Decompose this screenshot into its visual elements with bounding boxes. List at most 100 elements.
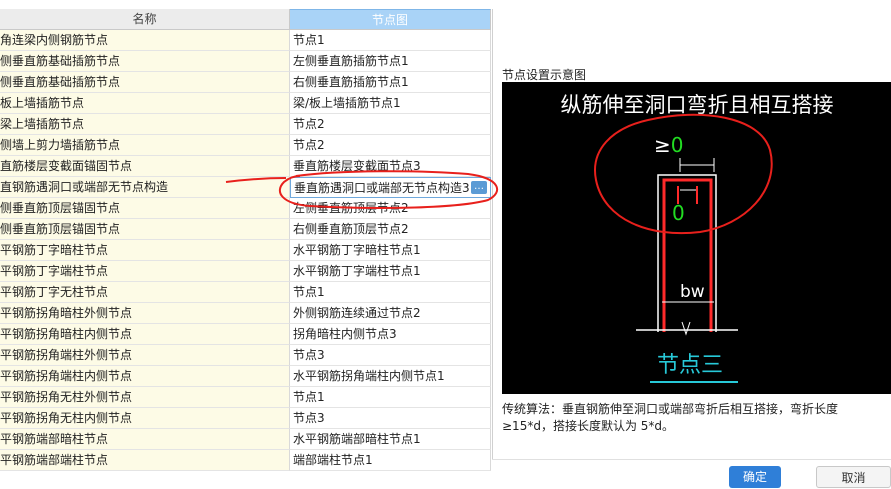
table-row[interactable]: 平钢筋拐角暗柱外侧节点 外侧钢筋连续通过节点2 <box>0 303 492 324</box>
table-row[interactable]: 平钢筋拐角端柱内侧节点 水平钢筋拐角端柱内侧节点1 <box>0 366 492 387</box>
table-body: 角连梁内侧钢筋节点 节点1 侧垂直筋基础插筋节点 左侧垂直筋插筋节点1 侧垂直筋基础插筋… <box>0 30 492 471</box>
cell-node-text: 节点1 <box>293 33 325 47</box>
cell-node-text: 水平钢筋丁字暗柱节点1 <box>293 243 421 257</box>
cell-name[interactable]: 平钢筋拐角无柱外侧节点 <box>0 387 290 408</box>
cell-node[interactable]: 端部端柱节点1 <box>290 450 491 471</box>
table-row[interactable]: 平钢筋拐角无柱外侧节点 节点1 <box>0 387 492 408</box>
cell-name[interactable]: 侧垂直筋顶层锚固节点 <box>0 219 290 240</box>
cell-node[interactable]: 节点1 <box>290 30 491 51</box>
node-settings-table: 名称 节点图 角连梁内侧钢筋节点 节点1 侧垂直筋基础插筋节点 左侧垂直筋插筋节点1 侧… <box>0 9 492 471</box>
column-header-node[interactable]: 节点图 <box>290 9 491 30</box>
cell-node-text: 左侧垂直筋顶层节点2 <box>293 201 409 215</box>
cell-name[interactable]: 平钢筋端部暗柱节点 <box>0 429 290 450</box>
node-preview-image: 纵筋伸至洞口弯折且相互搭接 ≥0 0 bw 节点三 <box>502 82 891 394</box>
cell-node-text: 端部端柱节点1 <box>293 453 373 467</box>
cell-node[interactable]: 节点3 <box>290 345 491 366</box>
node-diagram: 纵筋伸至洞口弯折且相互搭接 ≥0 0 bw 节点三 <box>561 93 834 383</box>
cell-name[interactable]: 平钢筋拐角无柱内侧节点 <box>0 408 290 429</box>
panel-divider <box>492 9 493 459</box>
footer-divider <box>492 459 891 460</box>
cell-node[interactable]: 梁/板上墙插筋节点1 <box>290 93 491 114</box>
ok-button[interactable]: 确定 <box>729 466 781 488</box>
cell-node[interactable]: 节点2 <box>290 135 491 156</box>
cell-name[interactable]: 平钢筋端部端柱节点 <box>0 450 290 471</box>
cell-node-text: 节点3 <box>293 411 325 425</box>
table-row[interactable]: 直钢筋遇洞口或端部无节点构造 垂直筋遇洞口或端部无节点构造3… <box>0 177 492 198</box>
cell-name[interactable]: 平钢筋丁字无柱节点 <box>0 282 290 303</box>
cell-node[interactable]: 右侧垂直筋插筋节点1 <box>290 72 491 93</box>
diagram-title: 纵筋伸至洞口弯折且相互搭接 <box>561 93 834 117</box>
cell-node-text: 水平钢筋拐角端柱内侧节点1 <box>293 369 445 383</box>
dim-zero-label: 0 <box>672 201 685 225</box>
table-row[interactable]: 平钢筋端部端柱节点 端部端柱节点1 <box>0 450 492 471</box>
wall-outline <box>657 174 717 332</box>
preview-label: 节点设置示意图 <box>502 68 587 82</box>
cell-node-text: 节点3 <box>293 348 325 362</box>
table-row[interactable]: 板上墙插筋节点 梁/板上墙插筋节点1 <box>0 93 492 114</box>
table-row[interactable]: 侧垂直筋顶层锚固节点 右侧垂直筋顶层节点2 <box>0 219 492 240</box>
cell-name[interactable]: 侧垂直筋顶层锚固节点 <box>0 198 290 219</box>
cell-name[interactable]: 直钢筋遇洞口或端部无节点构造 <box>0 177 290 198</box>
cell-node-text: 垂直筋楼层变截面节点3 <box>293 159 421 173</box>
cell-node[interactable]: 外侧钢筋连续通过节点2 <box>290 303 491 324</box>
cell-node[interactable]: 节点2 <box>290 114 491 135</box>
cell-node-text: 水平钢筋丁字端柱节点1 <box>293 264 421 278</box>
cell-node[interactable]: 节点3 <box>290 408 491 429</box>
break-mark <box>681 321 691 336</box>
cell-name[interactable]: 角连梁内侧钢筋节点 <box>0 30 290 51</box>
cell-node-text: 梁/板上墙插筋节点1 <box>293 96 401 110</box>
cell-node-text: 节点2 <box>293 117 325 131</box>
cell-node-text: 外侧钢筋连续通过节点2 <box>293 306 421 320</box>
algorithm-description: 传统算法：垂直钢筋伸至洞口或端部弯折后相互搭接，弯折长度≥15*d，搭接长度默认… <box>502 402 839 433</box>
dim-bw-label: bw <box>680 282 705 302</box>
table-row[interactable]: 平钢筋拐角无柱内侧节点 节点3 <box>0 408 492 429</box>
cell-name[interactable]: 侧垂直筋基础插筋节点 <box>0 51 290 72</box>
cell-name[interactable]: 侧墙上剪力墙插筋节点 <box>0 135 290 156</box>
cell-name[interactable]: 直筋楼层变截面锚固节点 <box>0 156 290 177</box>
diagram-caption: 节点三 <box>657 353 723 378</box>
table-row[interactable]: 平钢筋丁字暗柱节点 水平钢筋丁字暗柱节点1 <box>0 240 492 261</box>
cell-node[interactable]: 左侧垂直筋顶层节点2 <box>290 198 491 219</box>
table-row[interactable]: 侧墙上剪力墙插筋节点 节点2 <box>0 135 492 156</box>
cell-node[interactable]: 水平钢筋端部暗柱节点1 <box>290 429 491 450</box>
cell-node[interactable]: 节点1 <box>290 282 491 303</box>
cell-node-text: 右侧垂直筋插筋节点1 <box>293 75 409 89</box>
cell-node-text: 左侧垂直筋插筋节点1 <box>293 54 409 68</box>
cell-node-text: 右侧垂直筋顶层节点2 <box>293 222 409 236</box>
table-row[interactable]: 梁上墙插筋节点 节点2 <box>0 114 492 135</box>
column-header-name[interactable]: 名称 <box>0 9 290 30</box>
cell-node[interactable]: 垂直筋遇洞口或端部无节点构造3… <box>290 177 491 198</box>
table-row[interactable]: 角连梁内侧钢筋节点 节点1 <box>0 30 492 51</box>
table-row[interactable]: 平钢筋拐角暗柱内侧节点 拐角暗柱内侧节点3 <box>0 324 492 345</box>
cell-name[interactable]: 平钢筋拐角暗柱内侧节点 <box>0 324 290 345</box>
cell-name[interactable]: 侧垂直筋基础插筋节点 <box>0 72 290 93</box>
table-row[interactable]: 侧垂直筋基础插筋节点 右侧垂直筋插筋节点1 <box>0 72 492 93</box>
table-row[interactable]: 平钢筋丁字无柱节点 节点1 <box>0 282 492 303</box>
cell-node[interactable]: 左侧垂直筋插筋节点1 <box>290 51 491 72</box>
cell-name[interactable]: 平钢筋拐角端柱外侧节点 <box>0 345 290 366</box>
table-row[interactable]: 侧垂直筋基础插筋节点 左侧垂直筋插筋节点1 <box>0 51 492 72</box>
table-row[interactable]: 直筋楼层变截面锚固节点 垂直筋楼层变截面节点3 <box>0 156 492 177</box>
cell-name[interactable]: 平钢筋丁字端柱节点 <box>0 261 290 282</box>
table-row[interactable]: 平钢筋端部暗柱节点 水平钢筋端部暗柱节点1 <box>0 429 492 450</box>
cell-node-text: 垂直筋遇洞口或端部无节点构造3 <box>294 181 470 195</box>
table-row[interactable]: 平钢筋丁字端柱节点 水平钢筋丁字端柱节点1 <box>0 261 492 282</box>
cell-node[interactable]: 拐角暗柱内侧节点3 <box>290 324 491 345</box>
cell-node[interactable]: 右侧垂直筋顶层节点2 <box>290 219 491 240</box>
cell-name[interactable]: 平钢筋丁字暗柱节点 <box>0 240 290 261</box>
cell-name[interactable]: 梁上墙插筋节点 <box>0 114 290 135</box>
cell-node[interactable]: 垂直筋楼层变截面节点3 <box>290 156 491 177</box>
cell-node[interactable]: 节点1 <box>290 387 491 408</box>
cell-name[interactable]: 平钢筋拐角端柱内侧节点 <box>0 366 290 387</box>
cell-node[interactable]: 水平钢筋丁字端柱节点1 <box>290 261 491 282</box>
table-row[interactable]: 平钢筋拐角端柱外侧节点 节点3 <box>0 345 492 366</box>
more-options-button[interactable]: … <box>471 181 487 194</box>
cell-name[interactable]: 板上墙插筋节点 <box>0 93 290 114</box>
cell-node-text: 节点2 <box>293 138 325 152</box>
cell-node-text: 节点1 <box>293 390 325 404</box>
cell-name[interactable]: 平钢筋拐角暗柱外侧节点 <box>0 303 290 324</box>
cell-node[interactable]: 水平钢筋拐角端柱内侧节点1 <box>290 366 491 387</box>
table-row[interactable]: 侧垂直筋顶层锚固节点 左侧垂直筋顶层节点2 <box>0 198 492 219</box>
cell-node[interactable]: 水平钢筋丁字暗柱节点1 <box>290 240 491 261</box>
cancel-button[interactable]: 取消 <box>816 466 891 488</box>
